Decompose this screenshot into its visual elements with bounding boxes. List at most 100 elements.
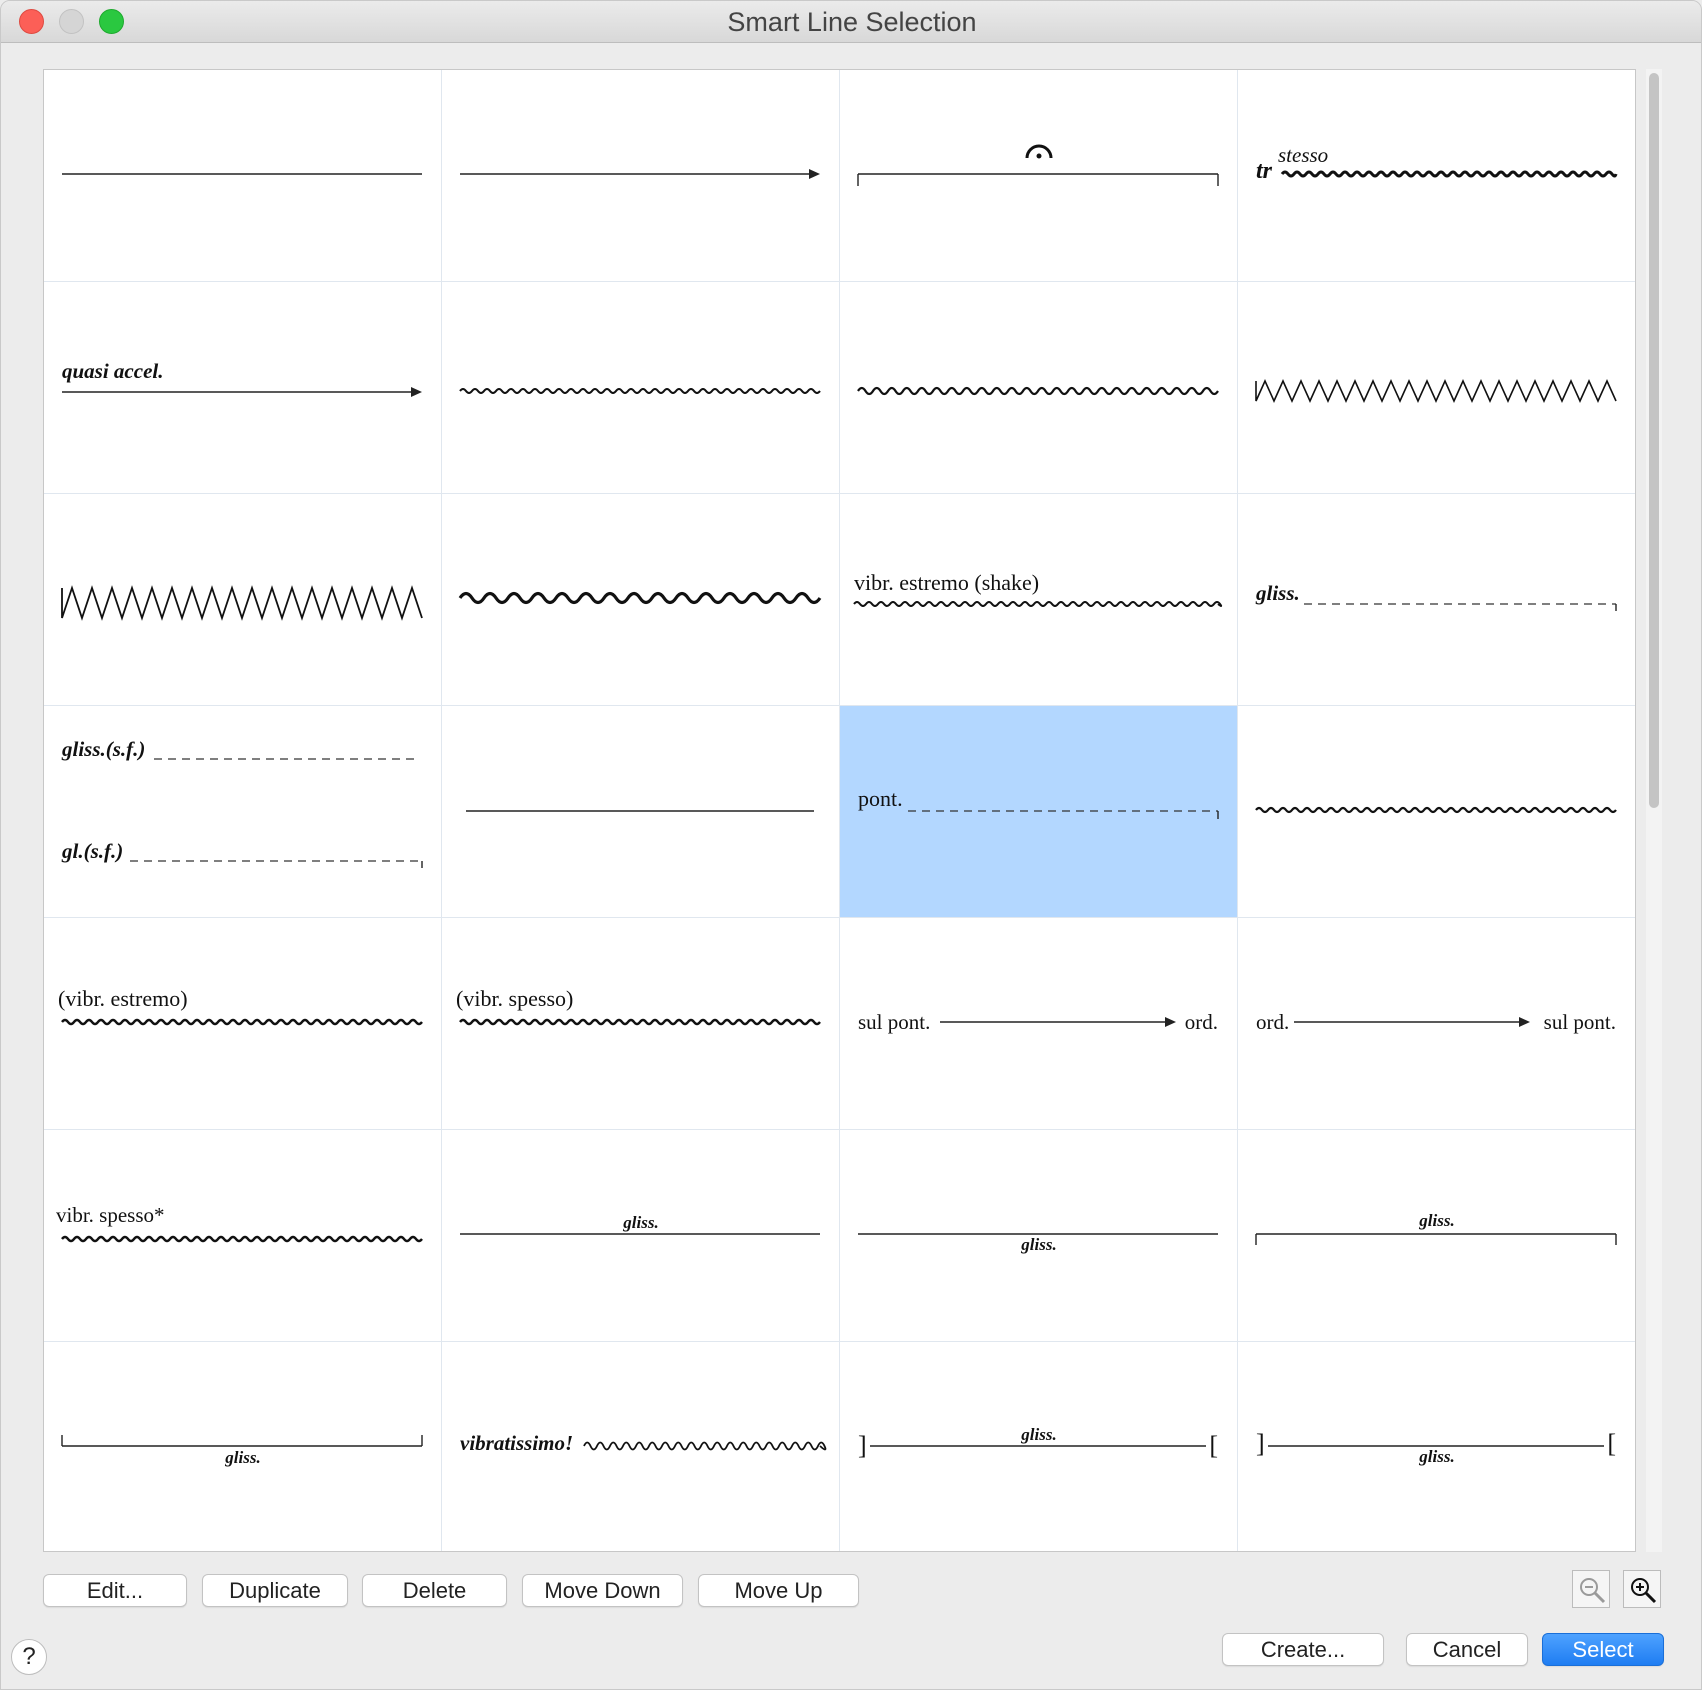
wavy-line	[857, 386, 1219, 396]
smart-line-cell[interactable]	[442, 282, 840, 494]
zigzag-line	[583, 1441, 827, 1451]
title-bar: Smart Line Selection	[1, 1, 1701, 43]
smart-line-cell[interactable]	[840, 70, 1238, 282]
create-button[interactable]: Create...	[1222, 1633, 1384, 1666]
smart-line-cell[interactable]: ord. sul pont.	[1238, 918, 1635, 1130]
smart-line-preview: gliss.	[1255, 581, 1617, 611]
smart-line-preview	[458, 591, 822, 605]
smart-line-cell[interactable]: (vibr. estremo)	[44, 918, 442, 1130]
line-text: gl.(s.f.)	[61, 839, 123, 863]
line-text: gliss.	[622, 1213, 658, 1232]
smart-line-preview	[459, 388, 821, 394]
wavy-line	[61, 1018, 423, 1026]
smart-line-preview	[1255, 379, 1617, 403]
smart-line-selection-dialog: Smart Line Selection tr stesso quasi accel…	[0, 0, 1702, 1690]
smart-line-cell[interactable]	[442, 494, 840, 706]
line-text-end: ord.	[1185, 1010, 1218, 1034]
bracket-open: ]	[858, 1431, 867, 1460]
smart-line-preview: vibratissimo!	[460, 1431, 827, 1455]
bracket-close: [	[1607, 1429, 1616, 1458]
smart-line-cell[interactable]: pont.	[840, 706, 1238, 918]
smart-line-preview: gliss.	[858, 1233, 1218, 1254]
smart-line-cell[interactable]: gliss.	[44, 1342, 442, 1551]
arrowhead-icon	[1165, 1017, 1176, 1027]
arrowhead-icon	[1519, 1017, 1530, 1027]
smart-line-cell[interactable]	[840, 282, 1238, 494]
line-text: (vibr. estremo)	[58, 986, 188, 1011]
smart-line-cell[interactable]: quasi accel.	[44, 282, 442, 494]
arrowhead-icon	[411, 387, 422, 397]
line-text: gliss.	[1020, 1235, 1056, 1254]
smart-line-preview	[1255, 806, 1617, 814]
wavy-line	[853, 601, 1223, 607]
smart-line-preview: quasi accel.	[62, 359, 422, 397]
smart-line-cell[interactable]: ] [ gliss.	[1238, 1342, 1635, 1551]
smart-line-preview	[460, 169, 820, 179]
smart-line-cell[interactable]: ] [gliss.	[840, 1342, 1238, 1551]
smart-line-preview: gliss.(s.f.) gl.(s.f.)	[61, 737, 423, 868]
smart-line-preview: ord. sul pont.	[1256, 1010, 1616, 1034]
line-text: quasi accel.	[62, 359, 163, 383]
smart-line-cell[interactable]: gliss.	[840, 1130, 1238, 1342]
line-text: gliss.	[1255, 581, 1300, 605]
line-text: vibratissimo!	[460, 1431, 573, 1455]
smart-line-cell[interactable]: sul pont. ord.	[840, 918, 1238, 1130]
move-down-button[interactable]: Move Down	[522, 1574, 683, 1607]
zoom-out-button[interactable]	[1572, 1570, 1610, 1608]
smart-line-preview: vibr. spesso*	[56, 1203, 423, 1243]
cancel-button[interactable]: Cancel	[1406, 1633, 1528, 1666]
smart-line-cell[interactable]: vibr. estremo (shake)	[840, 494, 1238, 706]
smart-line-cell[interactable]: gliss.(s.f.) gl.(s.f.)	[44, 706, 442, 918]
line-text: gliss.	[1418, 1447, 1454, 1466]
smart-line-preview: (vibr. estremo)	[58, 986, 423, 1026]
line-text: stesso	[1278, 143, 1328, 167]
wavy-line	[1255, 806, 1617, 814]
smart-line-preview: sul pont. ord.	[858, 1010, 1218, 1034]
smart-line-cell[interactable]: tr stesso	[1238, 70, 1635, 282]
line-text: gliss.(s.f.)	[61, 737, 145, 761]
bracket-open: ]	[1256, 1429, 1265, 1458]
zoom-in-icon	[1631, 1578, 1657, 1604]
smart-line-cell[interactable]	[44, 494, 442, 706]
smart-line-preview: ] [ gliss.	[1256, 1429, 1616, 1466]
line-text-end: sul pont.	[1544, 1010, 1616, 1034]
duplicate-button[interactable]: Duplicate	[202, 1574, 348, 1607]
smart-line-preview	[61, 585, 423, 621]
smart-line-preview: gliss.	[1255, 1211, 1617, 1245]
smart-line-cell[interactable]	[44, 70, 442, 282]
smart-line-cell[interactable]	[1238, 282, 1635, 494]
wavy-line	[1280, 170, 1618, 178]
smart-line-preview: trstesso	[1256, 143, 1618, 184]
zoom-in-button[interactable]	[1623, 1570, 1661, 1608]
smart-line-cell[interactable]: vibr. spesso*	[44, 1130, 442, 1342]
smart-line-cell[interactable]	[442, 706, 840, 918]
smart-line-cell[interactable]: vibratissimo!	[442, 1342, 840, 1551]
smart-line-preview: (vibr. spesso)	[456, 986, 821, 1026]
line-text: pont.	[858, 786, 903, 811]
move-up-button[interactable]: Move Up	[698, 1574, 859, 1607]
zoom-out-icon	[1580, 1578, 1606, 1604]
wavy-line	[459, 388, 821, 394]
select-button[interactable]: Select	[1542, 1633, 1664, 1666]
smart-line-cell[interactable]: gliss.	[1238, 494, 1635, 706]
wavy-line	[61, 1235, 423, 1243]
smart-line-cell[interactable]: (vibr. spesso)	[442, 918, 840, 1130]
smart-line-preview	[857, 144, 1219, 186]
smart-line-preview: gliss.	[61, 1435, 423, 1467]
smart-line-preview	[466, 810, 814, 812]
help-button[interactable]: ?	[11, 1639, 47, 1675]
smart-line-cell[interactable]	[442, 70, 840, 282]
smart-line-grid: tr stesso quasi accel. vibr. estremo (shake…	[43, 69, 1636, 1552]
smart-line-cell[interactable]	[1238, 706, 1635, 918]
line-text: gliss.	[1418, 1211, 1454, 1230]
trill-symbol: tr	[1256, 158, 1273, 184]
window-title: Smart Line Selection	[727, 7, 977, 37]
line-text: vibr. estremo (shake)	[854, 570, 1039, 595]
delete-button[interactable]: Delete	[362, 1574, 507, 1607]
smart-line-cell[interactable]: gliss.	[1238, 1130, 1635, 1342]
edit-button[interactable]: Edit...	[43, 1574, 187, 1607]
zigzag-line	[1255, 379, 1617, 403]
smart-line-preview: ] [gliss.	[858, 1425, 1218, 1460]
smart-line-cell[interactable]: gliss.	[442, 1130, 840, 1342]
scrollbar-thumb[interactable]	[1649, 73, 1659, 808]
